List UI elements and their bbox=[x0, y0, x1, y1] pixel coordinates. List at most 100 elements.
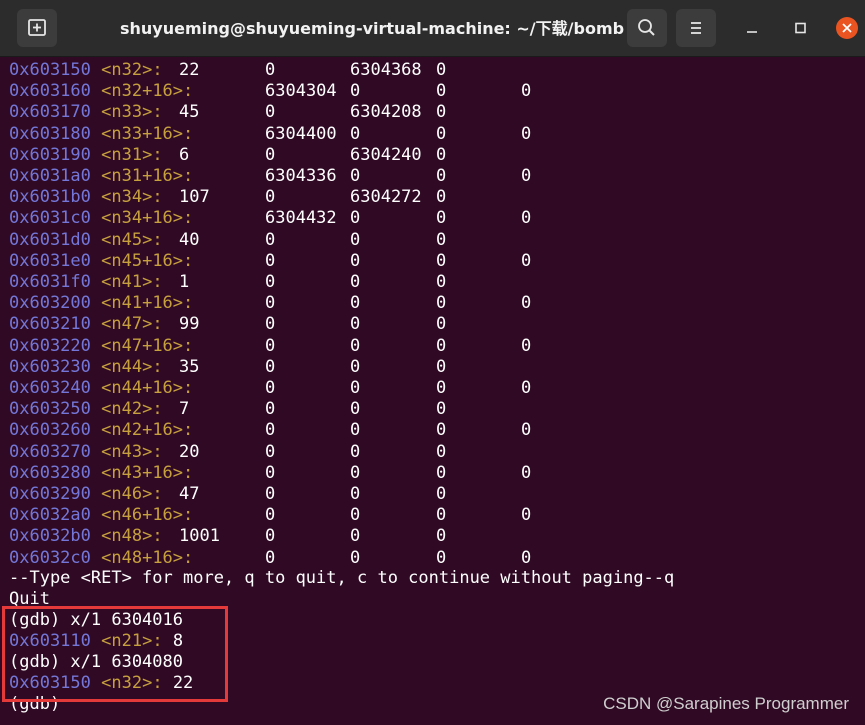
memory-row: 0x6031a0 <n31+16>: 6304336 0 0 0 bbox=[9, 166, 859, 187]
minimize-icon bbox=[747, 31, 757, 33]
memory-value: 0 bbox=[265, 356, 276, 377]
memory-value: 0 bbox=[265, 60, 276, 80]
memory-value: 0 bbox=[521, 420, 532, 441]
memory-value: 0 bbox=[436, 484, 447, 504]
memory-value: 45 bbox=[179, 102, 200, 123]
memory-value: 1001 bbox=[179, 526, 220, 547]
symbol: <n48>: bbox=[101, 526, 163, 547]
memory-value: 99 bbox=[179, 314, 200, 335]
symbol: <n45>: bbox=[101, 229, 163, 250]
memory-value: 0 bbox=[436, 229, 447, 250]
memory-value: 0 bbox=[436, 441, 447, 462]
symbol: <n41>: bbox=[101, 272, 163, 292]
memory-value: 6304208 bbox=[350, 102, 422, 123]
close-button[interactable] bbox=[835, 16, 859, 40]
memory-value: 6304336 bbox=[265, 166, 337, 186]
memory-value: 0 bbox=[436, 102, 447, 123]
address: 0x6031c0 bbox=[9, 208, 91, 229]
new-tab-button[interactable] bbox=[17, 9, 57, 47]
memory-value: 0 bbox=[350, 335, 361, 356]
address: 0x603230 bbox=[9, 356, 91, 377]
address: 0x603160 bbox=[9, 81, 91, 102]
memory-row: 0x6031c0 <n34+16>: 6304432 0 0 0 bbox=[9, 208, 859, 229]
memory-value: 0 bbox=[521, 166, 532, 186]
address: 0x6032b0 bbox=[9, 526, 91, 547]
memory-row: 0x6032b0 <n48>: 1001 0 0 0 bbox=[9, 526, 859, 547]
memory-value: 0 bbox=[265, 441, 276, 462]
memory-value: 0 bbox=[265, 378, 276, 398]
memory-value: 6304272 bbox=[350, 187, 422, 208]
memory-value: 0 bbox=[350, 420, 361, 441]
memory-value: 0 bbox=[436, 356, 447, 377]
memory-row: 0x6032c0 <n48+16>: 0 0 0 0 bbox=[9, 548, 859, 569]
memory-value: 0 bbox=[521, 81, 532, 102]
memory-value: 0 bbox=[436, 420, 447, 441]
memory-value: 0 bbox=[350, 526, 361, 547]
memory-value: 0 bbox=[265, 399, 276, 420]
symbol: <n42>: bbox=[101, 399, 163, 420]
symbol: <n47+16>: bbox=[101, 335, 194, 356]
symbol: <n46>: bbox=[101, 484, 163, 504]
memory-value: 0 bbox=[265, 293, 276, 314]
close-icon bbox=[836, 17, 858, 39]
memory-value: 0 bbox=[265, 526, 276, 547]
memory-value: 0 bbox=[350, 441, 361, 462]
memory-value: 0 bbox=[350, 272, 361, 292]
address: 0x6031d0 bbox=[9, 229, 91, 250]
memory-value: 0 bbox=[265, 547, 276, 568]
memory-value: 0 bbox=[265, 420, 276, 441]
terminal-window: shuyueming@shuyueming-virtual-machine: ~… bbox=[0, 0, 865, 725]
memory-row: 0x603210 <n47>: 99 0 0 0 bbox=[9, 314, 859, 335]
maximize-button[interactable] bbox=[788, 16, 812, 40]
memory-value: 0 bbox=[436, 526, 447, 547]
memory-value: 1 bbox=[179, 272, 190, 292]
memory-value: 107 bbox=[179, 187, 210, 208]
menu-button[interactable] bbox=[676, 9, 716, 47]
memory-value: 0 bbox=[436, 378, 447, 398]
memory-value: 0 bbox=[265, 144, 276, 165]
symbol: <n42+16>: bbox=[101, 420, 194, 441]
symbol: <n32>: bbox=[101, 60, 163, 80]
symbol: <n41+16>: bbox=[101, 293, 194, 314]
memory-value: 0 bbox=[436, 335, 447, 356]
memory-value: 0 bbox=[521, 462, 532, 483]
memory-value: 0 bbox=[350, 250, 361, 271]
memory-value: 0 bbox=[436, 314, 447, 335]
memory-row: 0x603240 <n44+16>: 0 0 0 0 bbox=[9, 378, 859, 399]
memory-value: 35 bbox=[179, 356, 200, 377]
address: 0x6031e0 bbox=[9, 250, 91, 271]
symbol: <n31+16>: bbox=[101, 166, 194, 186]
memory-value: 0 bbox=[521, 293, 532, 314]
address: 0x603290 bbox=[9, 484, 91, 504]
minimize-button[interactable] bbox=[740, 16, 764, 40]
memory-value: 0 bbox=[436, 505, 447, 526]
memory-value: 0 bbox=[350, 356, 361, 377]
address: 0x6032a0 bbox=[9, 505, 91, 526]
symbol: <n43>: bbox=[101, 441, 163, 462]
memory-row: 0x603220 <n47+16>: 0 0 0 0 bbox=[9, 336, 859, 357]
memory-value: 0 bbox=[350, 399, 361, 420]
search-icon bbox=[638, 19, 655, 36]
title-bar: shuyueming@shuyueming-virtual-machine: ~… bbox=[0, 0, 865, 57]
memory-value: 7 bbox=[179, 399, 190, 420]
search-button[interactable] bbox=[627, 9, 667, 47]
memory-row: 0x603190 <n31>: 6 0 6304240 0 bbox=[9, 145, 859, 166]
memory-value: 6304304 bbox=[265, 81, 337, 102]
address: 0x603280 bbox=[9, 462, 91, 483]
maximize-icon bbox=[795, 22, 806, 34]
memory-row: 0x6031f0 <n41>: 1 0 0 0 bbox=[9, 272, 859, 293]
memory-value: 0 bbox=[436, 81, 447, 102]
address: 0x603180 bbox=[9, 123, 91, 144]
symbol: <n45+16>: bbox=[101, 250, 194, 271]
memory-row: 0x603230 <n44>: 35 0 0 0 bbox=[9, 357, 859, 378]
memory-value: 0 bbox=[436, 208, 447, 229]
memory-value: 0 bbox=[521, 123, 532, 144]
symbol: <n33+16>: bbox=[101, 123, 194, 144]
memory-value: 0 bbox=[265, 484, 276, 504]
window-title: shuyueming@shuyueming-virtual-machine: ~… bbox=[120, 19, 625, 38]
memory-value: 0 bbox=[265, 314, 276, 335]
memory-value: 6304368 bbox=[350, 60, 422, 80]
address: 0x6031a0 bbox=[9, 166, 91, 186]
memory-value: 20 bbox=[179, 441, 200, 462]
memory-value: 6 bbox=[179, 144, 190, 165]
